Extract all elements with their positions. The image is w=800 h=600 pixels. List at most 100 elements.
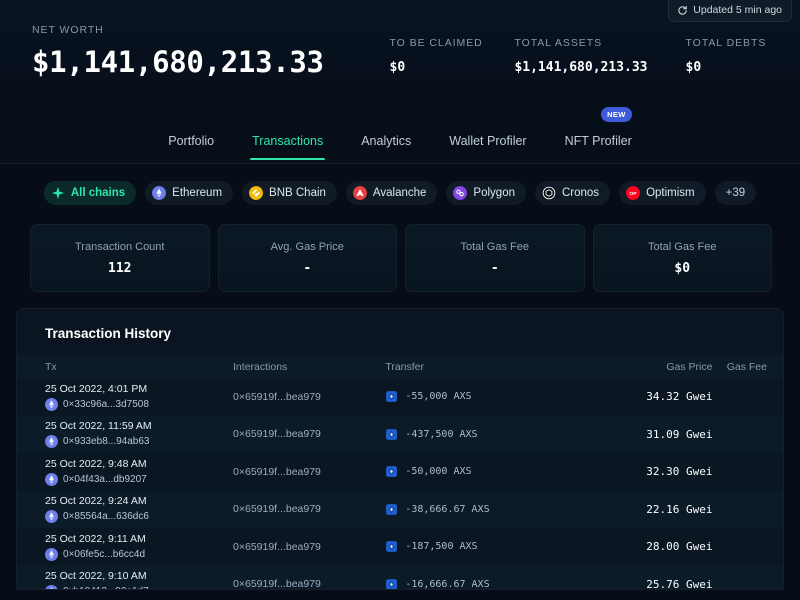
transfer-amount: -16,666.67 AXS [405,578,490,590]
stat-value: 112 [108,260,132,276]
cell-interactions: 0×65919f...bea979 [233,503,385,515]
tab-label: Portfolio [168,134,215,148]
tx-date: 25 Oct 2022, 4:01 PM [45,382,148,395]
chain-chip-label: Cronos [561,187,600,199]
chain-chip-ethereum[interactable]: Ethereum [145,181,234,205]
tx-hash-row: 0×85564a...636dc6 [45,510,233,524]
chain-chip-label: BNB Chain [269,187,326,199]
tab-portfolio[interactable]: Portfolio [166,121,216,160]
tx-hash[interactable]: 0xb10413...90a1d7 [63,586,149,589]
stat-card-transaction-count: Transaction Count 112 [30,224,210,292]
chain-chip-more-label: +39 [725,187,746,199]
kpi-to-be-claimed: TO BE CLAIMED $0 [390,24,515,75]
ethereum-icon [45,397,58,411]
tx-hash[interactable]: 0×33c96a...3d7508 [63,399,149,410]
gas-price-value: 31.09 Gwei [646,427,713,441]
transfer-amount: -50,000 AXS [405,466,472,478]
table-body: 25 Oct 2022, 4:01 PM 0×33c96a...3d7508 0… [17,378,783,590]
stat-value: - [303,260,312,276]
column-header-gas-price: Gas Price [666,360,713,373]
cell-tx: 25 Oct 2022, 9:48 AM 0×04f43a...db9207 [45,458,233,486]
cell-tx: 25 Oct 2022, 4:01 PM 0×33c96a...3d7508 [45,383,233,411]
gas-price-value: 34.32 Gwei [646,390,713,404]
transfer-amount: -38,666.67 AXS [405,503,490,515]
tx-date: 25 Oct 2022, 9:10 AM [45,570,147,583]
kpi-value: $0 [685,60,702,75]
transfer-amount: -187,500 AXS [405,541,478,553]
cell-interactions: 0×65919f...bea979 [233,428,385,440]
chain-chip-all-chains[interactable]: All chains [43,181,137,205]
kpi-value: $0 [389,60,406,75]
column-header-gas-fee: Gas Fee [726,360,767,373]
chain-chip-avalanche[interactable]: Avalanche [345,181,438,205]
chain-chip-cronos[interactable]: Cronos [534,181,611,205]
updated-text: Updated 5 min ago [693,4,782,16]
interaction-address[interactable]: 0×65919f...bea979 [233,391,321,403]
tx-hash[interactable]: 0×85564a...636dc6 [63,511,149,522]
optimism-icon: OP [626,186,641,200]
app-root: Updated 5 min ago NET WORTH $1,141,680,2… [0,0,800,600]
cell-gas-price: 25.76 Gwei [618,577,713,590]
tx-hash-row: 0×33c96a...3d7508 [45,397,233,411]
stat-card-total-gas-fee-usd: Total Gas Fee $0 [592,224,772,292]
tx-hash[interactable]: 0×04f43a...db9207 [63,474,147,485]
ethereum-icon [45,585,58,589]
stat-card-total-gas-fee: Total Gas Fee - [405,224,585,292]
tx-hash-row: 0×933eb8...94ab63 [45,435,233,449]
cell-transfer: -50,000 AXS [385,465,618,478]
interaction-address[interactable]: 0×65919f...bea979 [233,578,321,589]
transfer-amount: -55,000 AXS [405,391,472,403]
interaction-address[interactable]: 0×65919f...bea979 [233,541,321,553]
table-row-1[interactable]: 25 Oct 2022, 4:01 PM 0×33c96a...3d7508 0… [17,378,783,416]
interaction-address[interactable]: 0×65919f...bea979 [233,428,321,440]
cell-tx: 25 Oct 2022, 9:10 AM 0xb10413...90a1d7 [45,570,233,589]
cell-interactions: 0×65919f...bea979 [233,391,385,403]
table-row-6[interactable]: 25 Oct 2022, 9:10 AM 0xb10413...90a1d7 0… [17,565,783,590]
tab-label: Transactions [252,134,324,148]
networth-value: $1,141,680,213.33 [32,45,324,79]
gas-price-value: 25.76 Gwei [646,577,713,590]
refresh-icon [678,5,687,15]
axs-token-icon [386,578,398,589]
transaction-history-title: Transaction History [45,326,172,341]
interaction-address[interactable]: 0×65919f...bea979 [233,466,321,478]
gas-price-value: 28.00 Gwei [646,540,713,554]
interaction-address[interactable]: 0×65919f...bea979 [233,503,321,515]
ethereum-icon [152,186,167,200]
column-header-transfer: Transfer [385,360,425,373]
table-row-4[interactable]: 25 Oct 2022, 9:24 AM 0×85564a...636dc6 0… [17,490,783,528]
chain-chip-more[interactable]: +39 [714,181,757,205]
chain-chip-label: Ethereum [172,187,223,199]
cell-gas-price: 34.32 Gwei [618,390,712,403]
chain-chip-bnb-chain[interactable]: BNB Chain [242,181,337,205]
column-header-tx: Tx [45,360,57,373]
table-row-2[interactable]: 25 Oct 2022, 11:59 AM 0×933eb8...94ab63 … [17,415,783,453]
chain-chip-optimism[interactable]: OP Optimism [619,181,706,205]
tab-analytics[interactable]: Analytics [359,121,413,160]
cell-tx: 25 Oct 2022, 9:24 AM 0×85564a...636dc6 [45,495,233,524]
tab-label: Wallet Profiler [449,134,527,148]
tab-transactions[interactable]: Transactions [250,121,326,160]
tx-hash[interactable]: 0×06fe5c...b6cc4d [63,549,145,560]
axs-token-icon [386,503,398,515]
table-row-3[interactable]: 25 Oct 2022, 9:48 AM 0×04f43a...db9207 0… [17,453,783,491]
ethereum-icon [45,435,58,449]
table-row-5[interactable]: 25 Oct 2022, 9:11 AM 0×06fe5c...b6cc4d 0… [17,528,783,566]
table-header: Tx Interactions Transfer Gas Price Gas F… [17,355,783,378]
tab-nft-profiler[interactable]: NEW NFT Profiler [563,107,634,160]
tx-hash-row: 0xb10413...90a1d7 [45,585,233,589]
cell-transfer: -16,666.67 AXS [385,578,618,590]
chain-chip-polygon[interactable]: Polygon [446,181,526,205]
cell-gas-price: 32.30 Gwei [618,465,712,478]
gas-price-value: 22.16 Gwei [646,502,713,516]
tx-hash-row: 0×04f43a...db9207 [45,472,233,486]
ethereum-icon [45,547,58,561]
tab-wallet-profiler[interactable]: Wallet Profiler [447,121,528,160]
gas-price-value: 32.30 Gwei [646,465,713,479]
chain-chip-label: Optimism [646,187,695,199]
updated-badge[interactable]: Updated 5 min ago [668,0,792,22]
tx-hash[interactable]: 0×933eb8...94ab63 [63,436,149,447]
networth-block: NET WORTH $1,141,680,213.33 [32,24,390,79]
stat-value: - [490,260,499,276]
sparkle-icon [51,186,64,200]
